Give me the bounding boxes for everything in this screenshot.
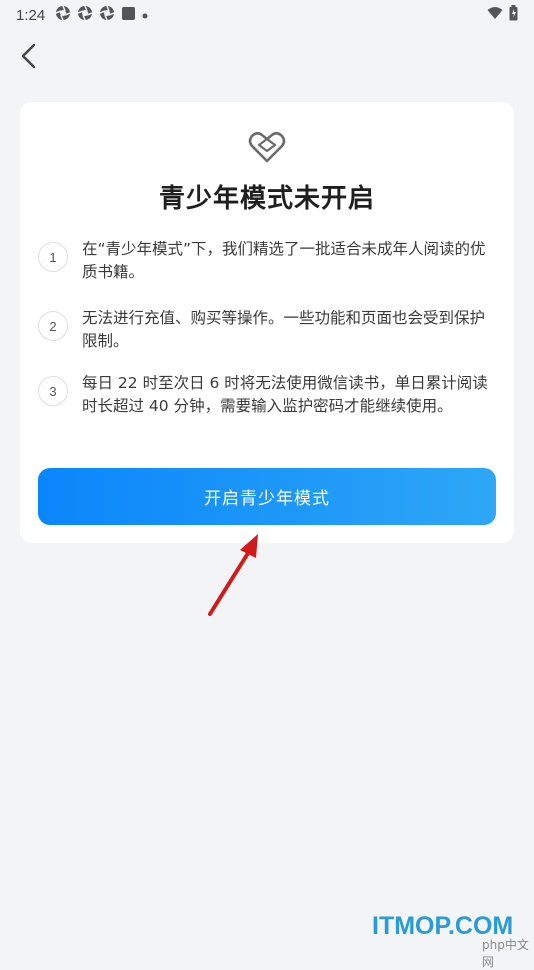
item-number: 2 xyxy=(38,311,68,341)
list-item: 2 无法进行充值、购买等操作。一些功能和页面也会受到保护限制。 xyxy=(38,307,498,353)
status-bar: 1:24 xyxy=(0,0,534,30)
list-item: 1 在“青少年模式”下，我们精选了一批适合未成年人阅读的优质书籍。 xyxy=(38,238,498,284)
shield-heart-icon xyxy=(247,127,287,167)
item-text: 无法进行充值、购买等操作。一些功能和页面也会受到保护限制。 xyxy=(82,309,486,350)
battery-icon xyxy=(509,5,518,25)
back-chevron-icon xyxy=(20,43,36,73)
stop-square-icon xyxy=(121,6,136,25)
aperture-icon xyxy=(99,5,115,25)
annotation-arrow-icon xyxy=(208,534,258,616)
dot-icon xyxy=(142,7,148,23)
back-button[interactable] xyxy=(14,42,42,74)
item-text: 在“青少年模式”下，我们精选了一批适合未成年人阅读的优质书籍。 xyxy=(82,240,486,281)
aperture-icon xyxy=(55,5,71,25)
teen-mode-card: 青少年模式未开启 1 在“青少年模式”下，我们精选了一批适合未成年人阅读的优质书… xyxy=(20,102,514,543)
status-time: 1:24 xyxy=(16,6,46,24)
aperture-icon xyxy=(77,5,93,25)
page-title: 青少年模式未开启 xyxy=(158,184,375,214)
watermark-sub: php中文网 xyxy=(482,938,529,969)
wifi-icon xyxy=(487,6,503,24)
watermark: ITMOP.COM php中文网 xyxy=(372,912,532,969)
item-number: 3 xyxy=(38,376,68,406)
item-text: 每日 22 时至次日 6 时将无法使用微信读书，单日累计阅读时长超过 40 分钟… xyxy=(82,374,488,415)
item-number: 1 xyxy=(38,242,68,272)
enable-teen-mode-button[interactable]: 开启青少年模式 xyxy=(38,468,496,525)
list-item: 3 每日 22 时至次日 6 时将无法使用微信读书，单日累计阅读时长超过 40 … xyxy=(38,372,498,418)
